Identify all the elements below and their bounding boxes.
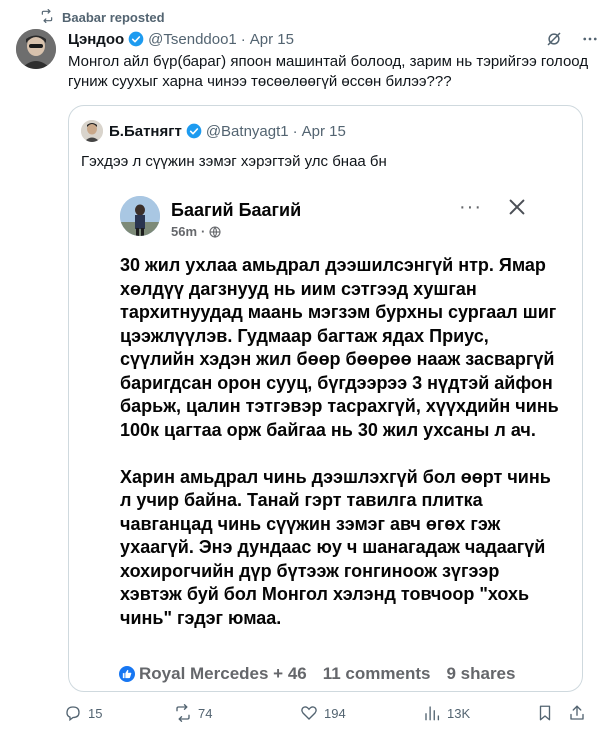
- view-count: 13K: [447, 705, 471, 721]
- author-avatar[interactable]: [16, 29, 56, 69]
- verified-badge-icon: [128, 31, 144, 47]
- tweet-header: Цэндоо @Tsenddoo1 · Apr 15: [68, 30, 599, 48]
- fb-comments-count: 11 comments: [322, 664, 431, 683]
- share-button[interactable]: [568, 704, 586, 722]
- fb-reactions-count: Royal Mercedes + 46: [139, 664, 307, 683]
- fb-author-avatar: [120, 196, 160, 236]
- separator: ·: [240, 30, 246, 48]
- tweet-text: Монгол айл бүр(бараг) япоон машинтай бол…: [68, 53, 589, 90]
- heart-icon: [301, 706, 317, 720]
- views-button[interactable]: 13K: [423, 704, 470, 722]
- like-count: 194: [324, 705, 346, 721]
- tweet-action-bar: 15 74 194 13K: [66, 704, 598, 728]
- repost-icon: [40, 9, 54, 26]
- grok-icon[interactable]: [545, 30, 563, 48]
- bookmark-button[interactable]: [536, 704, 554, 722]
- like-reaction-icon: [119, 666, 135, 682]
- fb-post-meta: 56m ·: [171, 224, 221, 239]
- reply-count: 15: [88, 705, 103, 721]
- quoted-tweet-card[interactable]: Б.Батнягт @Batnyagt1 · Apr 15 Гэхдээ л с…: [68, 105, 583, 692]
- repost-button[interactable]: 74: [174, 704, 212, 722]
- more-options-icon[interactable]: [581, 30, 599, 48]
- reply-icon: [66, 706, 80, 722]
- reply-button[interactable]: 15: [64, 704, 102, 722]
- fb-shares-count: 9 shares: [446, 664, 516, 683]
- quoted-tweet-date: Apr 15: [301, 122, 346, 140]
- analytics-icon: [425, 706, 440, 721]
- globe-icon: [209, 225, 221, 238]
- quoted-author-handle: @Batnyagt1: [205, 122, 289, 140]
- author-name[interactable]: Цэндоо: [68, 31, 124, 48]
- quoted-author-name: Б.Батнягт: [109, 122, 182, 140]
- repost-label[interactable]: Baabar reposted: [62, 10, 165, 25]
- fb-post-body: 30 жил ухлаа амьдрал дээшилсэнгүй нтр. Я…: [120, 254, 560, 654]
- verified-badge-icon: [186, 123, 202, 139]
- bookmark-icon: [539, 705, 551, 721]
- author-handle[interactable]: @Tsenddoo1: [148, 31, 237, 48]
- embedded-facebook-post-image[interactable]: Баагий Баагий 56m · ··· 30 жил ухлаа амь…: [114, 188, 564, 688]
- fb-post-paragraph: Харин амьдрал чинь дээшлэхгүй бол өөрт ч…: [120, 466, 551, 628]
- fb-post-stats: Royal Mercedes + 46 11 comments 9 shares: [119, 664, 515, 684]
- fb-post-paragraph: 30 жил ухлаа амьдрал дээшилсэнгүй нтр. Я…: [120, 255, 559, 440]
- tweet-date[interactable]: Apr 15: [250, 31, 294, 48]
- quoted-author-avatar: [81, 120, 103, 142]
- fb-close-icon: [509, 199, 525, 215]
- separator: ·: [292, 122, 298, 140]
- like-button[interactable]: 194: [300, 704, 346, 722]
- fb-more-icon: ···: [459, 196, 482, 218]
- repost-indicator: Baabar reposted: [40, 9, 165, 26]
- quoted-tweet-header: Б.Батнягт @Batnyagt1 · Apr 15: [81, 120, 346, 142]
- fb-author-name: Баагий Баагий: [171, 200, 302, 220]
- quoted-tweet-text: Гэхдээ л сүүжин зэмэг хэрэгтэй улс бнаа …: [81, 153, 387, 170]
- repost-count: 74: [198, 705, 213, 721]
- share-icon: [570, 705, 584, 720]
- fb-post-time: 56m: [171, 224, 198, 239]
- repost-icon: [176, 704, 190, 722]
